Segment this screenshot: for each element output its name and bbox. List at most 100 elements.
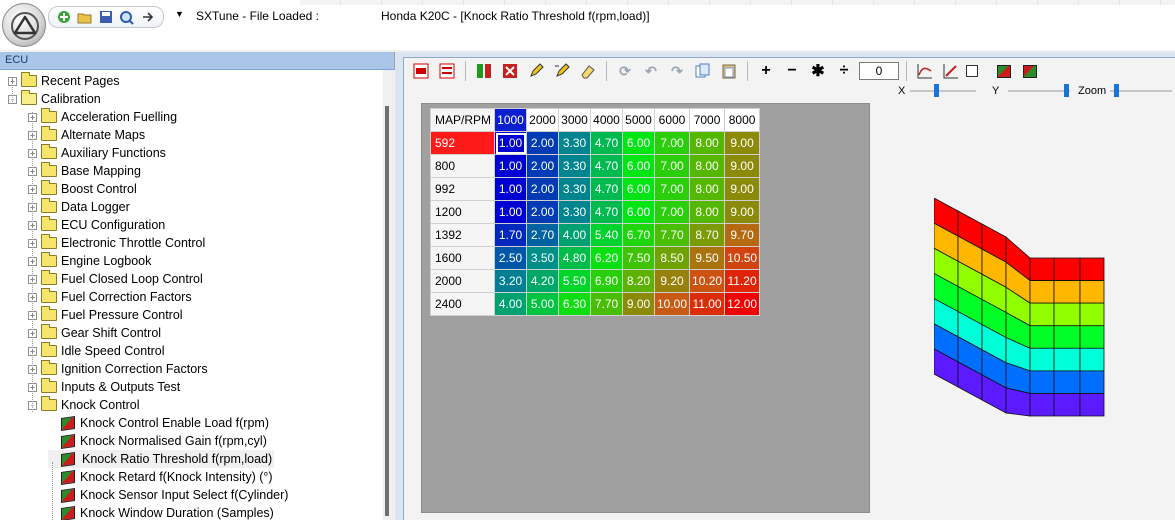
- subtract-button[interactable]: −: [781, 61, 803, 81]
- tree-item[interactable]: + Fuel Closed Loop Control: [28, 270, 203, 288]
- map-cell[interactable]: 8.70: [689, 223, 726, 247]
- tree-item[interactable]: + Auxiliary Functions: [28, 144, 166, 162]
- tree-item[interactable]: + ECU Configuration: [28, 216, 165, 234]
- tree-item[interactable]: + Fuel Correction Factors: [28, 288, 192, 306]
- rpm-column-header[interactable]: 1000: [494, 108, 527, 132]
- zoom-slider-thumb[interactable]: [1114, 84, 1119, 97]
- tree-item[interactable]: + Boost Control: [28, 180, 137, 198]
- map-row-header[interactable]: 992: [430, 177, 495, 201]
- map-row-header[interactable]: 2400: [430, 292, 495, 316]
- map-cell[interactable]: 8.00: [689, 177, 726, 201]
- y-slider-thumb[interactable]: [1064, 84, 1069, 97]
- map-cell[interactable]: 7.00: [653, 131, 691, 155]
- map-cell[interactable]: 9.00: [724, 131, 761, 155]
- tree-item[interactable]: + Inputs & Outputs Test: [28, 378, 180, 396]
- map-row-header[interactable]: 1600: [430, 246, 495, 270]
- map-cell[interactable]: 9.20: [653, 269, 691, 293]
- tree-item[interactable]: + Recent Pages: [8, 72, 120, 90]
- map-cell[interactable]: 6.90: [590, 269, 623, 293]
- tree-item[interactable]: + Engine Logbook: [28, 252, 151, 270]
- map-cell[interactable]: 6.20: [590, 246, 623, 270]
- zoom-icon[interactable]: [118, 9, 136, 25]
- map-cell[interactable]: 3.30: [558, 177, 591, 201]
- map-cell[interactable]: 4.00: [494, 292, 527, 316]
- map-cell[interactable]: 5.00: [526, 292, 559, 316]
- map-cell[interactable]: 9.50: [689, 246, 726, 270]
- map-cell[interactable]: 8.00: [689, 131, 726, 155]
- tree-item[interactable]: + Electronic Throttle Control: [28, 234, 205, 252]
- map-cell[interactable]: 1.00: [494, 154, 527, 178]
- tree-item[interactable]: + Fuel Pressure Control: [28, 306, 183, 324]
- map-cell[interactable]: 3.50: [526, 246, 559, 270]
- tree-item[interactable]: + Alternate Maps: [28, 126, 145, 144]
- rpm-column-header[interactable]: 3000: [558, 108, 591, 132]
- rpm-column-header[interactable]: 4000: [590, 108, 623, 132]
- map-cell[interactable]: 9.70: [724, 223, 761, 247]
- add-icon[interactable]: [55, 9, 73, 25]
- map-cell[interactable]: 8.50: [653, 246, 691, 270]
- map-cell[interactable]: 4.70: [590, 154, 623, 178]
- multiply-button[interactable]: ✱: [807, 61, 829, 81]
- map-cell[interactable]: 8.00: [689, 200, 726, 224]
- rpm-column-header[interactable]: 2000: [526, 108, 559, 132]
- map-row-header[interactable]: 2000: [430, 269, 495, 293]
- tree-item[interactable]: + Idle Speed Control: [28, 342, 165, 360]
- undo-icon[interactable]: ↶: [640, 61, 662, 81]
- graph-icon[interactable]: [914, 61, 936, 81]
- tree-item[interactable]: Knock Ratio Threshold f(rpm,load): [48, 450, 275, 468]
- map-cell[interactable]: 4.70: [590, 177, 623, 201]
- divide-button[interactable]: ÷: [833, 61, 855, 81]
- copy-table-icon[interactable]: [410, 61, 432, 81]
- map-cell[interactable]: 10.20: [689, 269, 726, 293]
- x-slider-thumb[interactable]: [934, 84, 939, 97]
- map-cell[interactable]: 3.30: [558, 131, 591, 155]
- map-cell[interactable]: 4.70: [590, 200, 623, 224]
- zoom-slider-track[interactable]: [1110, 90, 1172, 92]
- map-cell[interactable]: 7.00: [653, 154, 691, 178]
- eraser-icon[interactable]: [577, 61, 599, 81]
- operand-input[interactable]: 0: [859, 62, 899, 80]
- map-cell[interactable]: 8.00: [689, 154, 726, 178]
- edit-pencil-alt-icon[interactable]: [551, 61, 573, 81]
- tree-item[interactable]: Knock Normalised Gain f(rpm,cyl): [48, 432, 267, 450]
- map-cell[interactable]: 4.80: [558, 246, 591, 270]
- map-cell[interactable]: 7.00: [653, 177, 691, 201]
- map-cell[interactable]: 7.00: [653, 200, 691, 224]
- map-cell[interactable]: 1.00: [494, 200, 527, 224]
- map-cell[interactable]: 6.00: [622, 177, 655, 201]
- map-cell[interactable]: 3.30: [558, 154, 591, 178]
- map-cell[interactable]: 6.00: [622, 154, 655, 178]
- map-cell[interactable]: 6.00: [622, 131, 655, 155]
- map-cell[interactable]: 2.70: [526, 223, 559, 247]
- map-cell[interactable]: 12.00: [724, 292, 761, 316]
- map-cell[interactable]: 2.50: [494, 246, 527, 270]
- tree-item[interactable]: + Base Mapping: [28, 162, 141, 180]
- map-cell[interactable]: 4.70: [590, 131, 623, 155]
- map-row-header[interactable]: 1200: [430, 200, 495, 224]
- tree-item[interactable]: + Gear Shift Control: [28, 324, 161, 342]
- no-graph-icon[interactable]: [940, 61, 962, 81]
- paste-icon[interactable]: [718, 61, 740, 81]
- revert-icon[interactable]: [499, 61, 521, 81]
- rpm-column-header[interactable]: 6000: [653, 108, 691, 132]
- rpm-column-header[interactable]: 5000: [622, 108, 655, 132]
- 3d-view-alt-icon[interactable]: [1019, 61, 1041, 81]
- map-cell[interactable]: 6.70: [622, 223, 655, 247]
- map-cell[interactable]: 3.20: [494, 269, 527, 293]
- map-cell[interactable]: 10.00: [653, 292, 691, 316]
- map-cell[interactable]: 10.50: [724, 246, 761, 270]
- map-cell[interactable]: 7.70: [653, 223, 691, 247]
- tree-item[interactable]: + Acceleration Fuelling: [28, 108, 177, 126]
- map-cell[interactable]: 1.70: [494, 223, 527, 247]
- tree-item[interactable]: Knock Control Enable Load f(rpm): [48, 414, 269, 432]
- copy-icon[interactable]: [692, 61, 714, 81]
- map-cell[interactable]: 9.00: [622, 292, 655, 316]
- forward-icon[interactable]: [139, 9, 157, 25]
- add-button[interactable]: +: [755, 61, 777, 81]
- refresh-icon[interactable]: ⟳: [614, 61, 636, 81]
- map-cell[interactable]: 7.70: [590, 292, 623, 316]
- map-cell[interactable]: 1.00: [494, 177, 527, 201]
- map-cell[interactable]: 9.00: [724, 200, 761, 224]
- view-checkbox[interactable]: [966, 65, 978, 77]
- map-cell[interactable]: 7.50: [622, 246, 655, 270]
